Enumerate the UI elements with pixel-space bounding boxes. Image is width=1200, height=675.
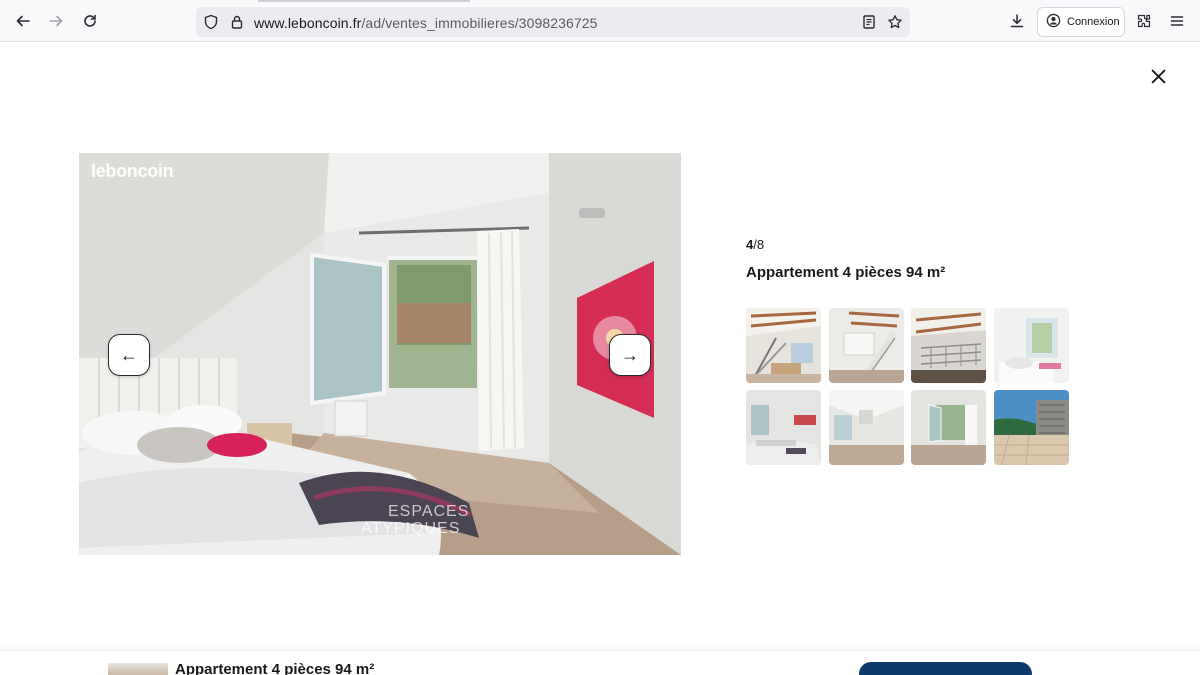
thumbnail-2[interactable] [828, 308, 904, 383]
thumbnail-1-image [746, 308, 821, 383]
back-icon[interactable] [12, 10, 34, 32]
close-gallery-button[interactable] [1146, 64, 1170, 88]
photo-counter-total: /8 [753, 237, 765, 252]
reload-icon[interactable] [79, 10, 101, 32]
bedroom-photo [79, 153, 681, 555]
menu-icon[interactable] [1166, 10, 1188, 32]
main-photo[interactable]: leboncoin ESPACES ATYPIQUES ← → [79, 153, 681, 555]
agency-watermark: ESPACES ATYPIQUES [306, 503, 469, 537]
thumbnail-7[interactable] [911, 390, 986, 465]
close-icon [1151, 69, 1165, 83]
reader-view-icon[interactable] [858, 11, 880, 33]
browser-toolbar: www.leboncoin.fr/ad/ventes_immobilieres/… [0, 0, 1200, 42]
thumbnail-6-image [828, 390, 904, 465]
arrow-left-icon: ← [120, 344, 138, 365]
thumbnail-4[interactable] [993, 308, 1069, 383]
bookmark-star-icon[interactable] [884, 11, 906, 33]
signin-button[interactable]: Connexion [1037, 7, 1125, 37]
thumbnail-5[interactable] [746, 390, 821, 465]
sticky-ad-title: Appartement 4 pièces 94 m² [175, 661, 375, 675]
account-icon [1046, 13, 1061, 31]
thumbnail-2-image [828, 308, 904, 383]
thumbnail-3[interactable] [911, 308, 986, 383]
arrow-right-icon: → [621, 344, 639, 365]
thumbnail-1[interactable] [746, 308, 821, 383]
photo-counter: 4/8 [746, 237, 764, 252]
sticky-contact-button[interactable] [859, 662, 1032, 675]
tracking-shield-icon[interactable] [200, 11, 222, 33]
next-photo-button[interactable]: → [609, 334, 651, 376]
url-bar[interactable]: www.leboncoin.fr/ad/ventes_immobilieres/… [196, 7, 910, 37]
previous-photo-button[interactable]: ← [108, 334, 150, 376]
url-text[interactable]: www.leboncoin.fr/ad/ventes_immobilieres/… [254, 15, 598, 31]
forward-icon[interactable] [45, 10, 67, 32]
signin-label: Connexion [1067, 16, 1120, 28]
thumbnail-5-image [746, 390, 821, 465]
leboncoin-watermark: leboncoin [91, 161, 174, 181]
thumbnail-grid [746, 308, 1076, 465]
extensions-icon[interactable] [1133, 10, 1155, 32]
sticky-ad-bar: Appartement 4 pièces 94 m² [0, 650, 1200, 675]
thumbnail-4-image [993, 308, 1069, 383]
ad-title: Appartement 4 pièces 94 m² [746, 264, 946, 281]
lock-icon[interactable] [226, 11, 248, 33]
sticky-ad-thumbnail[interactable] [108, 663, 168, 675]
thumbnail-8-image [993, 390, 1069, 465]
agency-watermark-line2: ATYPIQUES [361, 520, 461, 537]
url-host: www.leboncoin.fr [254, 15, 362, 31]
thumbnail-6[interactable] [828, 390, 904, 465]
url-path: /ad/ventes_immobilieres/3098236725 [361, 15, 598, 31]
downloads-icon[interactable] [1006, 10, 1028, 32]
thumbnail-8[interactable] [993, 390, 1069, 465]
agency-watermark-line1: ESPACES [388, 503, 470, 520]
active-tab-indicator [258, 0, 470, 2]
thumbnail-3-image [911, 308, 986, 383]
thumbnail-7-image [911, 390, 986, 465]
